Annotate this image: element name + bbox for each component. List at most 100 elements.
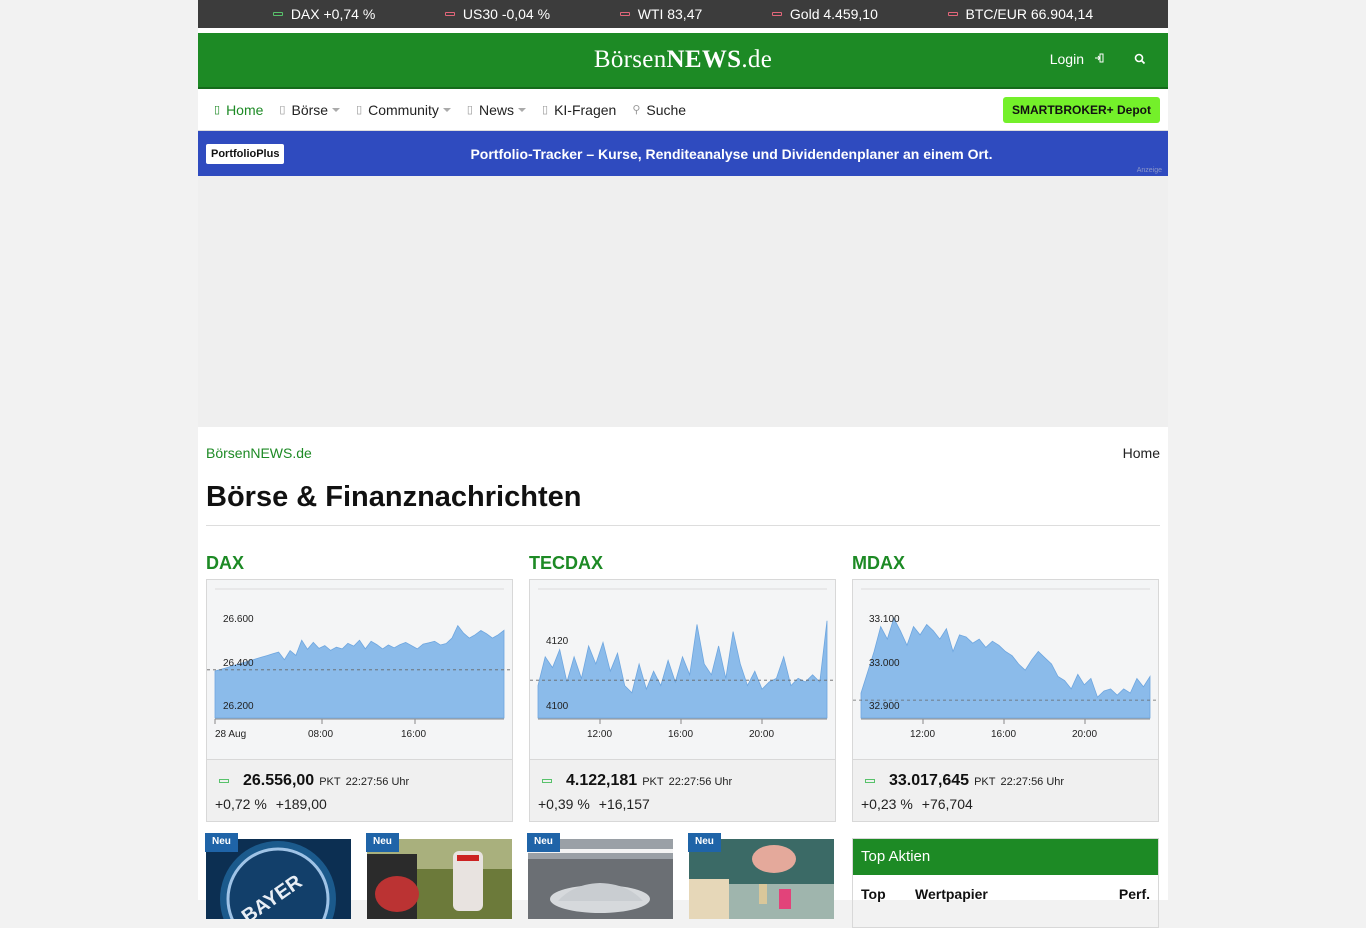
index-quote: 33.017,645 PKT 22:27:56 Uhr +0,23 % +76,704 <box>852 760 1159 822</box>
nav-label: News <box>478 101 514 118</box>
index-exchange: PKT <box>974 776 996 788</box>
chart-x-tick-label: 20:00 <box>1072 729 1097 740</box>
nav-label: Suche <box>646 101 687 118</box>
breadcrumb: BörsenNEWS.de Home <box>198 427 1168 461</box>
index-chart[interactable]: 33.100 33.000 32.900 12:00 16:00 20:00 <box>852 579 1159 760</box>
ticker-item[interactable]: WTI 83,47 <box>619 6 703 22</box>
site-logo[interactable]: BörsenNEWS.de <box>594 46 772 74</box>
banner-text: Portfolio-Tracker – Kurse, Renditeanalys… <box>470 145 993 162</box>
index-quote: 4.122,181 PKT 22:27:56 Uhr +0,39 % +16,157 <box>529 760 836 822</box>
login-label: Login <box>1049 51 1084 67</box>
trend-marker-icon <box>619 12 630 16</box>
search-icon[interactable] <box>1134 52 1146 65</box>
chart-y-tick-label: 33.000 <box>869 658 900 669</box>
ticker-item[interactable]: BTC/EUR 66.904,14 <box>947 6 1094 22</box>
index-card[interactable]: DAX 26.600 26.400 26.200 28 Aug 08:00 16:00 26.… <box>206 553 513 822</box>
ticker-value: 66.904,14 <box>1030 6 1094 22</box>
new-badge: Neu <box>205 833 238 852</box>
index-card[interactable]: TECDAX 4120 4100 12:00 16:00 20:00 4.122,181 PK… <box>529 553 836 822</box>
index-time: 22:27:56 Uhr <box>1000 776 1065 788</box>
chart-y-tick-label: 26.600 <box>223 614 254 625</box>
banner-tag: PortfolioPlus <box>206 143 285 164</box>
smartbroker-button[interactable]: SMARTBROKER+ Depot <box>1002 97 1160 123</box>
nav-item-news[interactable]: ▯ News <box>467 102 526 118</box>
nav-item-ki-fragen[interactable]: ▯ KI-Fragen <box>542 102 616 118</box>
ad-placeholder <box>198 176 1168 427</box>
trend-marker-icon <box>444 12 455 16</box>
nav-label: Börse <box>291 101 329 118</box>
logo-text-boersen: Börsen <box>593 46 667 73</box>
chart-y-tick-label: 26.400 <box>223 658 254 669</box>
sign-in-icon <box>1094 52 1104 66</box>
index-abs-change: +16,157 <box>598 796 650 812</box>
index-title[interactable]: TECDAX <box>529 553 836 577</box>
index-title[interactable]: MDAX <box>852 553 1159 577</box>
news-card[interactable]: Neu BAYER <box>205 833 351 919</box>
nav-item-community[interactable]: ▯ Community <box>356 102 451 118</box>
newspaper-icon: ▯ <box>466 104 473 116</box>
ticker-item[interactable]: Gold 4.459,10 <box>771 6 878 22</box>
index-exchange: PKT <box>319 776 341 788</box>
nav-item-home[interactable]: ▯ Home <box>214 102 263 118</box>
new-badge: Neu <box>527 833 560 852</box>
top-stocks-panel: Top Aktien Top Wertpapier Perf. <box>852 838 1159 928</box>
index-title[interactable]: DAX <box>206 553 513 577</box>
chart-svg: 26.600 26.400 26.200 28 Aug 08:00 16:00 <box>207 588 512 740</box>
chevron-down-icon <box>518 107 526 112</box>
index-value: 4.122,181 <box>566 772 638 789</box>
nav-label: KI-Fragen <box>554 101 617 118</box>
chart-x-tick-label: 12:00 <box>910 729 935 740</box>
chart-area-series <box>860 617 1151 719</box>
ticker-value: 83,47 <box>667 6 703 22</box>
chart-x-tick-label: 20:00 <box>749 729 774 740</box>
index-chart[interactable]: 26.600 26.400 26.200 28 Aug 08:00 16:00 <box>206 579 513 760</box>
site-header: BörsenNEWS.de Login <box>198 33 1168 89</box>
trend-marker-icon <box>219 779 229 783</box>
chart-x-tick-label: 16:00 <box>991 729 1016 740</box>
nav-label: Home <box>226 101 264 118</box>
search-icon: ⚲ <box>632 104 641 116</box>
logo-text-domain: .de <box>741 46 773 73</box>
question-icon: ▯ <box>542 104 549 116</box>
logo-text-news: NEWS <box>666 46 742 73</box>
ticker-item[interactable]: US30 -0,04 % <box>444 6 550 22</box>
trend-marker-icon <box>865 779 875 783</box>
news-card[interactable]: Neu <box>366 833 512 919</box>
chart-area-series <box>537 620 828 719</box>
ticker-value: 4.459,10 <box>823 6 878 22</box>
chart-x-tick-label: 08:00 <box>308 729 333 740</box>
ad-label: Anzeige <box>1136 167 1162 174</box>
new-badge: Neu <box>366 833 399 852</box>
chart-area-series <box>214 624 505 719</box>
trend-marker-icon <box>947 12 958 16</box>
ticker-name: US30 <box>462 6 498 22</box>
index-time: 22:27:56 Uhr <box>345 776 410 788</box>
chart-svg: 33.100 33.000 32.900 12:00 16:00 20:00 <box>853 588 1158 740</box>
chart-x-tick-label: 16:00 <box>401 729 426 740</box>
news-card[interactable]: Neu <box>527 833 673 919</box>
ticker-name: BTC/EUR <box>965 6 1027 22</box>
breadcrumb-link-home[interactable]: BörsenNEWS.de <box>206 445 312 461</box>
new-badge: Neu <box>688 833 721 852</box>
index-card[interactable]: MDAX 33.100 33.000 32.900 12:00 16:00 20:00 33.… <box>852 553 1159 822</box>
chart-x-tick-label: 28 Aug <box>215 729 246 740</box>
users-icon: ▯ <box>356 104 363 116</box>
nav-item-boerse[interactable]: ▯ Börse <box>279 101 341 118</box>
index-exchange: PKT <box>642 776 664 788</box>
portfolio-banner[interactable]: PortfolioPlus Portfolio-Tracker – Kurse,… <box>198 131 1168 176</box>
chart-svg: 4120 4100 12:00 16:00 20:00 <box>530 588 835 740</box>
index-chart[interactable]: 4120 4100 12:00 16:00 20:00 <box>529 579 836 760</box>
index-pct-change: +0,23 % <box>861 796 913 812</box>
ticker-name: Gold <box>789 6 820 22</box>
ticker-name: WTI <box>637 6 664 22</box>
chart-x-tick-label: 12:00 <box>587 729 612 740</box>
login-button[interactable]: Login <box>1050 51 1104 67</box>
nav-item-suche[interactable]: ⚲ Suche <box>632 102 686 118</box>
chevron-down-icon <box>442 107 451 112</box>
index-overview: DAX 26.600 26.400 26.200 28 Aug 08:00 16:00 26.… <box>198 526 1168 822</box>
ticker-value: +0,74 % <box>323 6 376 22</box>
market-ticker: DAX +0,74 % US30 -0,04 % WTI 83,47 Gold 4.4… <box>198 0 1168 28</box>
ticker-item[interactable]: DAX +0,74 % <box>272 6 376 22</box>
news-card[interactable]: Neu <box>688 833 834 919</box>
bottom-section: Neu BAYER Neu Neu Neu Top Aktien Top Wer… <box>198 822 1168 928</box>
